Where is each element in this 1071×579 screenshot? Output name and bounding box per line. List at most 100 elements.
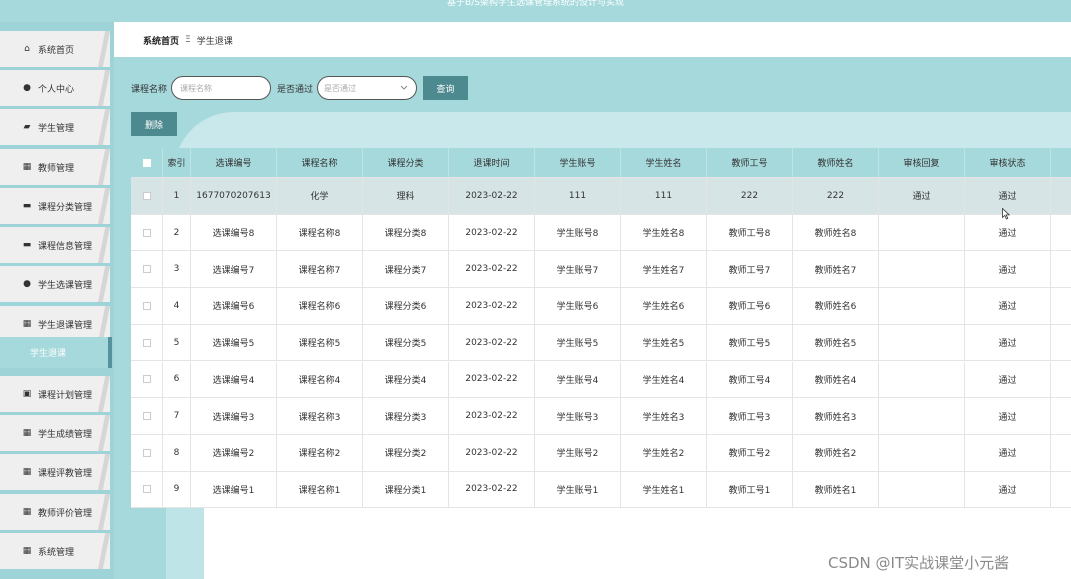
- table-row[interactable]: 6 选课编号4 课程名称4 课程分类4 2023-02-22 学生账号4 学生姓名4 教师工号…: [131, 361, 1071, 399]
- table-cell: 理科: [363, 178, 449, 214]
- row-checkbox[interactable]: [142, 448, 151, 457]
- row-action-cell: [1051, 472, 1071, 508]
- sidebar-item[interactable]: ▦ 教师管理: [0, 149, 110, 185]
- sidebar-item[interactable]: ▬ 课程信息管理: [0, 227, 110, 263]
- passed-select[interactable]: 是否通过: [317, 76, 418, 100]
- course-name-placeholder: 课程名称: [180, 83, 213, 93]
- table-cell: 学生姓名1: [621, 471, 707, 508]
- table-cell: 课程分类5: [363, 324, 449, 361]
- table-row[interactable]: 9 选课编号1 课程名称1 课程分类1 2023-02-22 学生账号1 学生姓名1 教师工号…: [131, 471, 1071, 508]
- table-cell: 8: [163, 434, 191, 471]
- row-checkbox[interactable]: [142, 301, 151, 310]
- decorative-stripe: [166, 507, 206, 579]
- table-cell: 学生账号7: [535, 251, 621, 288]
- sidebar-item[interactable]: ▣ 课程计划管理: [0, 376, 110, 412]
- table-header-cell: 课程名称: [277, 148, 363, 177]
- sidebar-item-label: 学生选课管理: [38, 280, 93, 291]
- sidebar-item[interactable]: ▦ 系统管理: [0, 533, 110, 569]
- row-checkbox-cell: [131, 288, 163, 324]
- row-checkbox-cell: [131, 471, 163, 508]
- table-cell: 选课编号8: [191, 214, 277, 251]
- course-name-label: 课程名称: [131, 84, 168, 95]
- table-row[interactable]: 5 选课编号5 课程名称5 课程分类5 2023-02-22 学生账号5 学生姓名5 教师工号…: [131, 324, 1071, 362]
- table-cell: 教师姓名2: [793, 434, 879, 471]
- table-cell: 课程分类2: [363, 434, 449, 471]
- select-all-checkbox[interactable]: [142, 158, 151, 167]
- row-action-cell: [1051, 362, 1071, 398]
- sidebar-subitem-active[interactable]: 学生退课: [0, 337, 112, 368]
- sidebar-item[interactable]: ▬ 课程分类管理: [0, 188, 110, 224]
- table-cell: 2023-02-22: [449, 361, 535, 398]
- table-row[interactable]: 2 选课编号8 课程名称8 课程分类8 2023-02-22 学生账号8 学生姓名8 教师工号…: [131, 214, 1071, 252]
- sidebar-item[interactable]: ● 个人中心: [0, 70, 110, 106]
- table-cell: [879, 251, 965, 288]
- sidebar-item[interactable]: ⌂ 系统首页: [0, 31, 110, 67]
- table-cell: 课程名称1: [277, 471, 363, 508]
- table-header-cell: 教师姓名: [793, 148, 879, 177]
- grid-icon: ▦: [22, 546, 32, 556]
- row-checkbox-cell: [131, 251, 163, 288]
- table-cell: 3: [163, 251, 191, 288]
- table-cell: [879, 434, 965, 471]
- table-row[interactable]: 8 选课编号2 课程名称2 课程分类2 2023-02-22 学生账号2 学生姓名2 教师工号…: [131, 434, 1071, 472]
- row-checkbox[interactable]: [142, 191, 151, 200]
- sidebar-item[interactable]: ▰ 学生管理: [0, 109, 110, 145]
- row-checkbox-cell: [131, 214, 163, 251]
- table-header-cell: 学生账号: [535, 148, 621, 177]
- row-checkbox-cell: [131, 361, 163, 398]
- row-checkbox[interactable]: [142, 228, 151, 237]
- sidebar-item[interactable]: ▦ 课程评教管理: [0, 454, 110, 490]
- table-cell: 课程名称6: [277, 288, 363, 324]
- table-cell: 教师姓名7: [793, 251, 879, 288]
- table-cell: 选课编号4: [191, 361, 277, 398]
- table-cell: 2023-02-22: [449, 471, 535, 508]
- top-header-bar: 基于B/S架构学生选课管理系统的设计与实现: [0, 0, 1071, 22]
- course-name-input[interactable]: 课程名称: [171, 76, 272, 100]
- table-cell: 学生姓名3: [621, 398, 707, 434]
- row-checkbox[interactable]: [142, 265, 151, 274]
- table-header-cell: 选课编号: [191, 148, 277, 177]
- chat-icon: ▬: [22, 201, 32, 211]
- sidebar-item-label: 个人中心: [38, 84, 75, 95]
- app-title: 基于B/S架构学生选课管理系统的设计与实现: [447, 0, 624, 8]
- sidebar-item-label: 学生成绩管理: [38, 429, 93, 440]
- sidebar-item[interactable]: ▦ 教师评价管理: [0, 494, 110, 530]
- table-cell: 课程名称3: [277, 398, 363, 434]
- table-header-cell: 学生姓名: [621, 148, 707, 177]
- table-cell: 教师姓名1: [793, 471, 879, 508]
- data-table: 索引 选课编号 课程名称 课程分类 退课时间 学生账号 学生姓名 教师工号 教师姓名 审核回复 审核…: [131, 148, 1071, 508]
- table-header-cell: 审核状态: [965, 148, 1051, 177]
- table-cell: 222: [793, 178, 879, 214]
- row-action-cell: [1051, 215, 1071, 251]
- row-checkbox[interactable]: [142, 485, 151, 494]
- table-cell: 2023-02-22: [449, 398, 535, 434]
- table-row[interactable]: 4 选课编号6 课程名称6 课程分类6 2023-02-22 学生账号6 学生姓名6 教师工号…: [131, 288, 1071, 325]
- table-cell: 通过: [965, 324, 1051, 361]
- table-cell: 通过: [965, 251, 1051, 288]
- sidebar-item-label: 教师管理: [38, 163, 75, 174]
- sidebar: ⌂ 系统首页 ● 个人中心 ▰ 学生管理 ▦ 教师管理 ▬ 课程分类管理 ▬ 课程信息管理 ● 学生选课管…: [0, 22, 114, 579]
- table-row[interactable]: 3 选课编号7 课程名称7 课程分类7 2023-02-22 学生账号7 学生姓名7 教师工号…: [131, 251, 1071, 289]
- table-cell: 学生姓名2: [621, 434, 707, 471]
- table-cell: 选课编号3: [191, 398, 277, 434]
- table-cell: 通过: [965, 434, 1051, 471]
- table-cell: 教师工号6: [707, 288, 793, 324]
- passed-label: 是否通过: [277, 84, 314, 95]
- breadcrumb-home[interactable]: 系统首页: [143, 34, 179, 47]
- row-checkbox[interactable]: [142, 375, 151, 384]
- table-cell: 7: [163, 398, 191, 434]
- user-icon: ●: [23, 83, 31, 93]
- table-cell: [879, 214, 965, 251]
- sidebar-item[interactable]: ● 学生选课管理: [0, 266, 110, 302]
- table-cell: 2: [163, 214, 191, 251]
- table-row[interactable]: 1 1677070207613 化学 理科 2023-02-22 111 111 222 222…: [131, 178, 1071, 215]
- delete-button[interactable]: 删除: [131, 112, 177, 136]
- query-button[interactable]: 查询: [423, 76, 469, 100]
- table-cell: 课程分类4: [363, 361, 449, 398]
- sidebar-item[interactable]: ▦ 学生成绩管理: [0, 415, 110, 451]
- table-cell: 教师工号5: [707, 324, 793, 361]
- row-checkbox[interactable]: [142, 412, 151, 421]
- table-row[interactable]: 7 选课编号3 课程名称3 课程分类3 2023-02-22 学生账号3 学生姓名3 教师工号…: [131, 398, 1071, 435]
- row-checkbox[interactable]: [142, 338, 151, 347]
- chevron-down-icon: [400, 85, 408, 90]
